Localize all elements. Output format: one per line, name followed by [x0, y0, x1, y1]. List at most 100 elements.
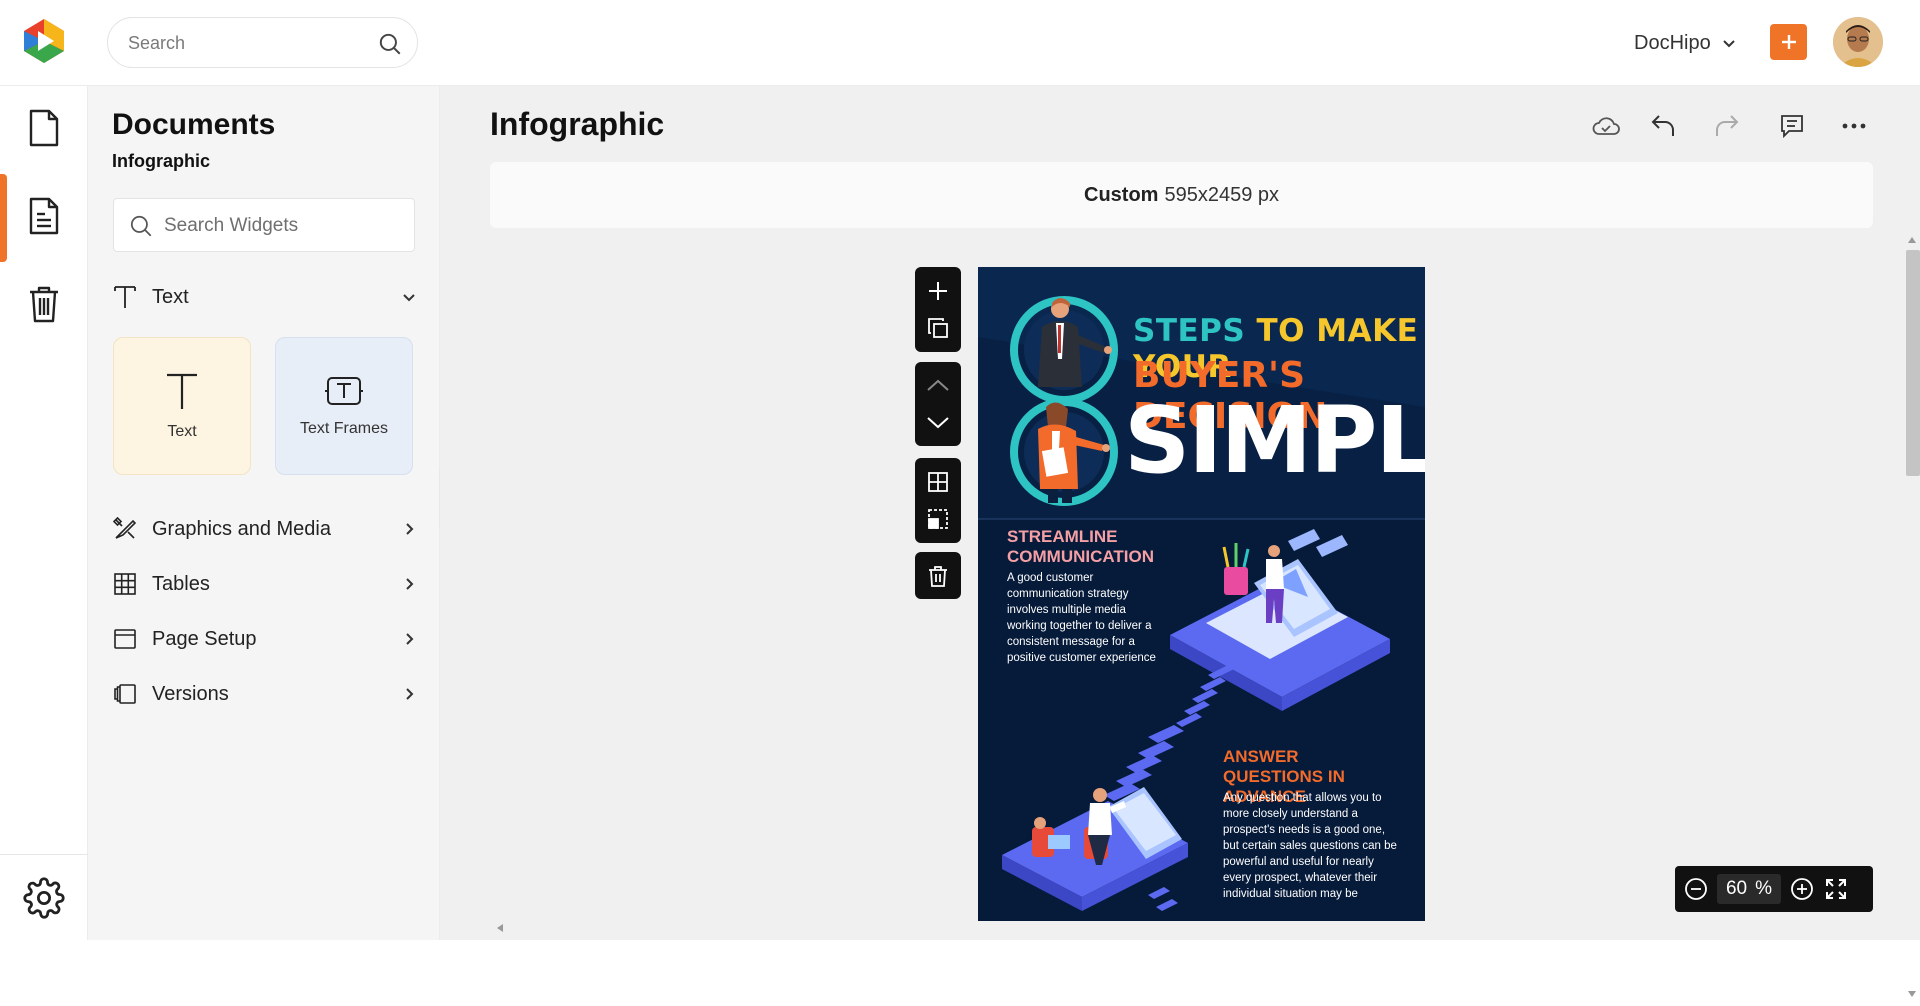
- user-avatar[interactable]: [1833, 17, 1883, 67]
- move-page-up-button[interactable]: [924, 371, 952, 399]
- title-steps-word: STEPS: [1133, 313, 1246, 349]
- section-tables-label: Tables: [152, 572, 210, 595]
- plus-icon: [1781, 35, 1796, 49]
- tools-group-move: [915, 362, 961, 446]
- account-menu[interactable]: DocHipo: [1634, 28, 1737, 58]
- vertical-scrollbar[interactable]: [1902, 236, 1920, 1006]
- fullscreen-expand-icon: [1826, 879, 1846, 899]
- grid-icon: [928, 471, 948, 492]
- versions-icon: [114, 684, 136, 704]
- resize-page-button[interactable]: [924, 505, 952, 533]
- section-page-setup[interactable]: Page Setup: [112, 619, 417, 659]
- zoom-control: 60%: [1675, 866, 1873, 912]
- page-setup-icon: [114, 629, 136, 649]
- tools-group-add: [915, 267, 961, 352]
- zoom-in-button[interactable]: [1789, 876, 1815, 902]
- left-rail: [0, 86, 88, 940]
- rail-documents-button[interactable]: [20, 104, 68, 152]
- section-versions[interactable]: Versions: [112, 674, 417, 714]
- search-icon: [130, 215, 152, 237]
- section-graphics-label: Graphics and Media: [152, 517, 331, 540]
- resize-icon: [928, 509, 948, 530]
- grid-view-button[interactable]: [924, 468, 952, 496]
- trash-icon: [929, 565, 947, 587]
- global-search-input[interactable]: [128, 30, 368, 56]
- add-page-button[interactable]: [924, 277, 952, 305]
- section-graphics-and-media[interactable]: Graphics and Media: [112, 509, 417, 549]
- section-text-label: Text: [152, 285, 189, 308]
- page-size-bar[interactable]: Custom 595x2459 px: [490, 162, 1873, 228]
- dochipo-logo-icon[interactable]: [20, 17, 68, 65]
- more-horizontal-icon: [1842, 123, 1866, 129]
- zoom-out-button[interactable]: [1683, 876, 1709, 902]
- chevron-down-icon: [403, 294, 415, 302]
- tools-group-layout: [915, 458, 961, 543]
- rail-current-document-button[interactable]: [20, 192, 68, 240]
- section-versions-label: Versions: [152, 682, 229, 705]
- more-options-button[interactable]: [1838, 110, 1870, 142]
- chevron-right-icon: [406, 523, 414, 535]
- section-answer-body: Any question that allows you to more clo…: [1223, 792, 1397, 900]
- cloud-save-button[interactable]: [1590, 110, 1622, 142]
- undo-icon: [1651, 115, 1674, 136]
- zoom-out-icon: [1685, 878, 1707, 900]
- infographic-canvas[interactable]: STEPS TO MAKE YOUR BUYER'S DECISION SIMP…: [978, 267, 1425, 921]
- move-page-down-button[interactable]: [924, 409, 952, 437]
- widget-card-text-label: Text: [167, 423, 197, 440]
- widget-card-text[interactable]: Text: [113, 337, 251, 475]
- settings-button[interactable]: [20, 874, 68, 922]
- undo-button[interactable]: [1647, 110, 1679, 142]
- chevron-right-icon: [406, 633, 414, 645]
- section-streamline-heading: STREAMLINE COMMUNICATION: [1007, 527, 1154, 566]
- settings-gear-icon: [23, 877, 65, 919]
- widget-panel: Documents Infographic Text Text Text Fra…: [88, 86, 440, 940]
- scroll-up-arrow-icon: [1908, 237, 1916, 243]
- zoom-unit: %: [1755, 878, 1773, 899]
- scroll-left-arrow-icon[interactable]: [496, 923, 504, 933]
- chevron-right-icon: [406, 688, 414, 700]
- zoom-in-icon: [1791, 878, 1813, 900]
- editor-main: Infographic Custom 595x2459 px STEPS TO …: [440, 86, 1920, 997]
- rail-active-indicator: [0, 174, 7, 262]
- search-icon[interactable]: [377, 31, 403, 57]
- text-frame-icon: [325, 377, 363, 405]
- comments-button[interactable]: [1776, 110, 1808, 142]
- zoom-level[interactable]: 60%: [1717, 874, 1781, 904]
- global-search[interactable]: [107, 17, 418, 68]
- fullscreen-button[interactable]: [1823, 876, 1849, 902]
- chevron-up-icon: [927, 379, 949, 392]
- chevron-down-icon: [1722, 40, 1735, 48]
- top-bar: DocHipo: [0, 0, 1920, 86]
- chevron-down-icon: [927, 416, 949, 429]
- scroll-down-arrow-icon: [1908, 991, 1916, 997]
- table-grid-icon: [114, 573, 136, 595]
- cloud-check-icon: [1592, 117, 1620, 135]
- panel-subtitle: Infographic: [112, 151, 210, 171]
- widget-card-text-frames-label: Text Frames: [299, 420, 388, 437]
- tools-group-delete: [915, 552, 961, 599]
- section-page-setup-label: Page Setup: [152, 627, 257, 650]
- plus-icon: [929, 281, 947, 300]
- create-new-button[interactable]: [1770, 24, 1807, 60]
- graphics-tools-icon: [113, 517, 137, 539]
- document-title: Infographic: [490, 106, 665, 142]
- widget-search[interactable]: [113, 198, 415, 252]
- page-size-preset: Custom: [1084, 183, 1159, 206]
- section-tables[interactable]: Tables: [112, 564, 417, 604]
- redo-button[interactable]: [1711, 110, 1743, 142]
- page-size-dimensions: 595x2459 px: [1164, 183, 1279, 206]
- section-text[interactable]: Text: [112, 277, 417, 317]
- widget-card-text-frames[interactable]: Text Frames: [275, 337, 413, 475]
- widget-search-input[interactable]: [164, 213, 404, 239]
- chevron-right-icon: [406, 578, 414, 590]
- trash-icon: [30, 286, 58, 323]
- duplicate-icon: [928, 318, 948, 339]
- rail-trash-button[interactable]: [20, 280, 68, 328]
- redo-icon: [1716, 115, 1739, 136]
- comment-icon: [1781, 115, 1803, 139]
- delete-page-button[interactable]: [924, 562, 952, 590]
- vertical-scroll-thumb[interactable]: [1906, 250, 1920, 476]
- rail-bottom: [0, 854, 88, 940]
- duplicate-page-button[interactable]: [924, 314, 952, 342]
- zoom-value: 60: [1725, 878, 1748, 899]
